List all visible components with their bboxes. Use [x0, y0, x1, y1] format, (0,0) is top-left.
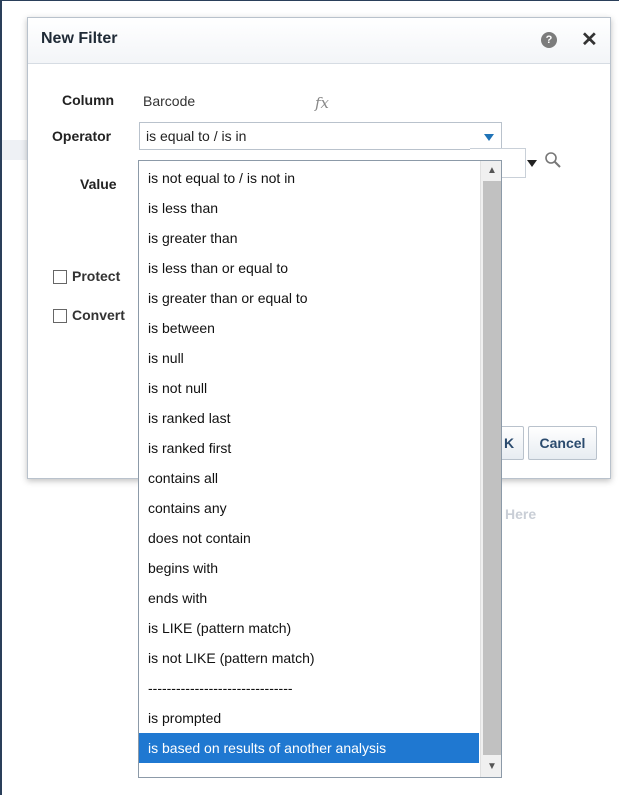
cancel-button[interactable]: Cancel: [528, 426, 597, 460]
background-band: [2, 140, 28, 160]
dropdown-option[interactable]: is not null: [139, 373, 479, 403]
chevron-down-icon[interactable]: [484, 134, 494, 141]
operator-dropdown-list[interactable]: is not equal to / is not in is less than i…: [138, 160, 502, 778]
column-label: Column: [62, 92, 115, 108]
fx-icon[interactable]: fx: [315, 94, 329, 112]
convert-checkbox-label: Convert: [72, 307, 125, 323]
value-label: Value: [80, 176, 117, 192]
protect-checkbox-label: Protect: [72, 268, 121, 284]
dropdown-option[interactable]: is prompted: [139, 703, 479, 733]
window-frame-left: [0, 0, 2, 795]
dropdown-option[interactable]: is less than or equal to: [139, 253, 479, 283]
protect-checkbox[interactable]: [53, 270, 67, 284]
value-dropdown-icon[interactable]: [527, 160, 537, 167]
operator-select[interactable]: is equal to / is in: [139, 122, 502, 150]
dialog-titlebar: New Filter ? ✕: [28, 18, 610, 64]
column-value: Barcode: [143, 93, 196, 109]
dropdown-option[interactable]: contains all: [139, 463, 479, 493]
dropdown-option[interactable]: is ranked last: [139, 403, 479, 433]
dropdown-option[interactable]: is greater than: [139, 223, 479, 253]
dropdown-option[interactable]: contains any: [139, 493, 479, 523]
dropdown-option[interactable]: is based on results of another analysis: [139, 733, 479, 763]
dropdown-option[interactable]: ends with: [139, 583, 479, 613]
scrollbar-thumb[interactable]: [483, 181, 501, 755]
dropdown-scrollbar[interactable]: ▲ ▼: [480, 161, 501, 777]
dropdown-option[interactable]: does not contain: [139, 523, 479, 553]
dropdown-option[interactable]: is not LIKE (pattern match): [139, 643, 479, 673]
close-icon[interactable]: ✕: [581, 27, 598, 52]
background-drop-text: Here: [505, 506, 537, 522]
dropdown-option[interactable]: is not equal to / is not in: [139, 163, 479, 193]
dropdown-option[interactable]: is LIKE (pattern match): [139, 613, 479, 643]
scroll-up-icon[interactable]: ▲: [481, 161, 501, 181]
help-icon[interactable]: ?: [541, 32, 557, 48]
dropdown-option[interactable]: begins with: [139, 553, 479, 583]
dropdown-option[interactable]: is ranked first: [139, 433, 479, 463]
dropdown-option[interactable]: is greater than or equal to: [139, 283, 479, 313]
dropdown-option[interactable]: -------------------------------: [139, 673, 479, 703]
dropdown-option[interactable]: is less than: [139, 193, 479, 223]
dropdown-option[interactable]: is between: [139, 313, 479, 343]
window-frame-top: [0, 0, 619, 1]
dialog-title: New Filter: [41, 30, 118, 47]
operator-label: Operator: [52, 128, 112, 144]
dropdown-option[interactable]: is null: [139, 343, 479, 373]
scroll-down-icon[interactable]: ▼: [481, 757, 501, 777]
convert-checkbox[interactable]: [53, 309, 67, 323]
search-icon[interactable]: [543, 150, 563, 170]
operator-selected-value: is equal to / is in: [146, 128, 247, 144]
